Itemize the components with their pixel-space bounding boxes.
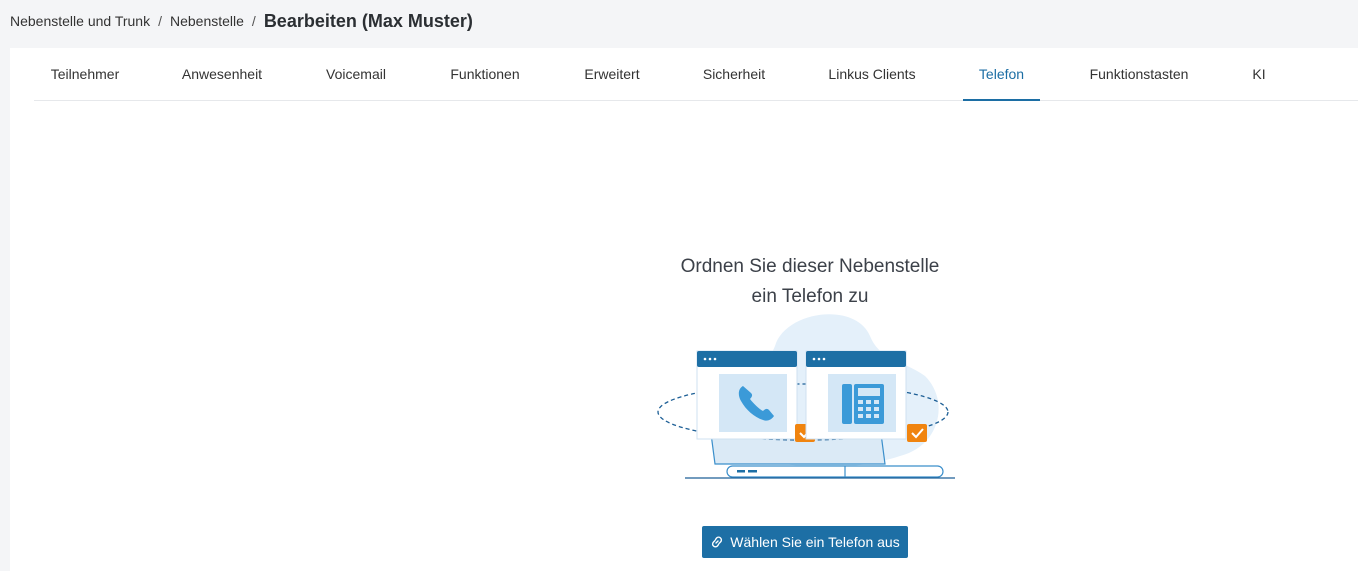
tab-funktionstasten[interactable]: Funktionstasten [1088,48,1190,100]
tab-anwesenheit[interactable]: Anwesenheit [180,48,264,100]
breadcrumb-link-trunk[interactable]: Nebenstelle und Trunk [10,13,150,29]
tab-funktionen[interactable]: Funktionen [448,48,522,100]
tab-ki[interactable]: KI [1250,48,1268,100]
breadcrumb-separator: / [251,13,256,29]
phone-handset-icon [696,350,815,442]
tab-bar: Teilnehmer Anwesenheit Voicemail Funktio… [34,48,1358,101]
page-title: Bearbeiten (Max Muster) [263,10,473,31]
select-phone-button-label: Wählen Sie ein Telefon aus [730,534,900,550]
tab-sicherheit[interactable]: Sicherheit [702,48,766,100]
content-panel: Teilnehmer Anwesenheit Voicemail Funktio… [10,48,1358,571]
tab-teilnehmer[interactable]: Teilnehmer [50,48,120,100]
assign-phone-illustration [655,306,961,481]
empty-state-title: Ordnen Sie dieser Nebenstelle ein Telefo… [610,252,1010,312]
link-icon [710,535,724,549]
tab-voicemail[interactable]: Voicemail [324,48,388,100]
breadcrumb: Nebenstelle und Trunk / Nebenstelle / Be… [10,8,473,34]
tab-telefon[interactable]: Telefon [963,48,1040,101]
select-phone-button[interactable]: Wählen Sie ein Telefon aus [702,526,908,558]
empty-state-title-line1: Ordnen Sie dieser Nebenstelle [680,256,940,277]
tab-linkus-clients[interactable]: Linkus Clients [826,48,918,100]
breadcrumb-link-extension[interactable]: Nebenstelle [170,13,244,29]
tab-erweitert[interactable]: Erweitert [582,48,642,100]
breadcrumb-separator: / [158,13,162,29]
